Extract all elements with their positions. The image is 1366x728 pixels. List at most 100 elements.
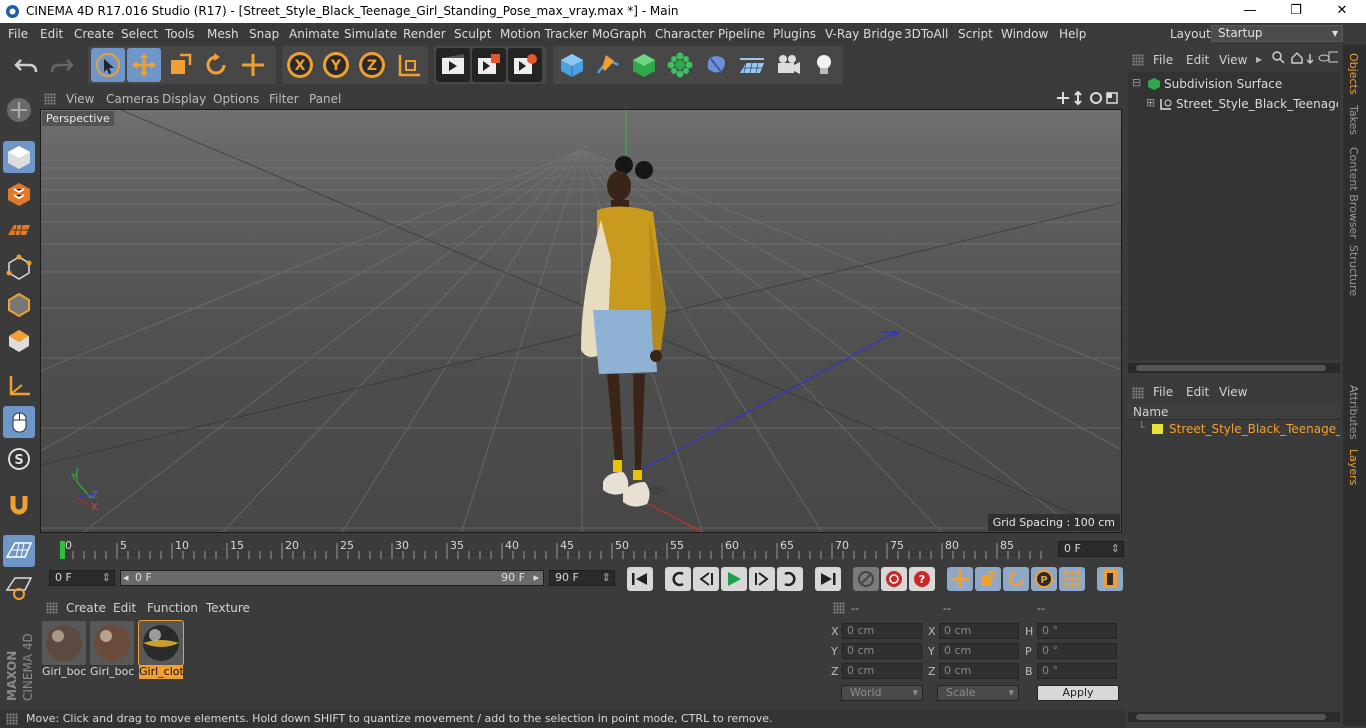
- x-axis-button[interactable]: X: [283, 48, 317, 82]
- tab-objects[interactable]: Objects: [1347, 53, 1360, 95]
- object-manager-tools-icons[interactable]: [1272, 51, 1338, 65]
- timeline-ruler[interactable]: 051015202530354045505560657075808590: [50, 539, 1050, 565]
- menu-render[interactable]: Render: [403, 27, 446, 41]
- playhead[interactable]: [60, 541, 65, 559]
- material-item-selected[interactable]: Girl_clot: [138, 620, 184, 679]
- subdivision-button[interactable]: [627, 48, 661, 82]
- menu-pipeline[interactable]: Pipeline: [718, 27, 765, 41]
- parameter-key-button[interactable]: P: [1031, 567, 1057, 591]
- z-axis-button[interactable]: Z: [355, 48, 389, 82]
- viewport-menu-panel[interactable]: Panel: [309, 92, 341, 106]
- material-item[interactable]: Girl_boc: [90, 621, 134, 678]
- object-scrollbar-thumb[interactable]: [1136, 365, 1326, 371]
- cube-button[interactable]: [555, 48, 589, 82]
- tree-expand-icon[interactable]: ⊞: [1146, 96, 1155, 109]
- polygons-mode-button[interactable]: [3, 324, 35, 356]
- live-select-button[interactable]: [91, 48, 125, 82]
- point-level-key-button[interactable]: [1059, 567, 1085, 591]
- camera-button[interactable]: [771, 48, 805, 82]
- menu-character[interactable]: Character: [655, 27, 714, 41]
- pos-x-field[interactable]: 0 cm: [842, 623, 922, 639]
- tab-takes[interactable]: Takes: [1347, 105, 1360, 135]
- size-mode-select[interactable]: Scale ▾: [937, 685, 1019, 701]
- redo-button[interactable]: [45, 48, 79, 82]
- material-menu-texture[interactable]: Texture: [206, 601, 250, 615]
- go-to-start-button[interactable]: [627, 567, 653, 591]
- undo-button[interactable]: [9, 48, 43, 82]
- render-settings-button[interactable]: [508, 48, 542, 82]
- timeline[interactable]: 051015202530354045505560657075808590 0 F…: [40, 535, 1125, 565]
- viewport-menu-cameras[interactable]: Cameras: [106, 92, 159, 106]
- autokeying-button[interactable]: [881, 567, 907, 591]
- next-key-button[interactable]: [777, 567, 803, 591]
- frame-range-slider[interactable]: ◂ 0 F 90 F ▸: [120, 570, 544, 586]
- previous-frame-button[interactable]: [693, 567, 719, 591]
- menu-simulate[interactable]: Simulate: [344, 27, 397, 41]
- maximize-button[interactable]: ❐: [1273, 1, 1319, 23]
- model-mode-button[interactable]: [3, 141, 35, 173]
- tab-attributes[interactable]: Attributes: [1347, 385, 1360, 439]
- tab-content-browser[interactable]: Content Browser: [1347, 147, 1360, 239]
- current-frame-field[interactable]: 0 F ⇕: [1058, 541, 1124, 557]
- 3d-viewport[interactable]: Y Z X Perspective Grid Spacing : 100 cm: [40, 109, 1122, 533]
- start-frame-field[interactable]: 0 F ⇕: [49, 570, 115, 586]
- pos-z-field[interactable]: 0 cm: [842, 663, 922, 679]
- coordinate-mode-select[interactable]: World ▾: [841, 685, 923, 701]
- menu-more-icon[interactable]: ▸: [1256, 52, 1262, 66]
- menu-snap[interactable]: Snap: [249, 27, 279, 41]
- menu-help[interactable]: Help: [1059, 27, 1086, 41]
- size-y-field[interactable]: 0 cm: [939, 643, 1019, 659]
- viewport-menu-display[interactable]: Display: [162, 92, 206, 106]
- axis-mode-button[interactable]: [3, 370, 35, 402]
- magnet-button[interactable]: [3, 489, 35, 521]
- object-scrollbar[interactable]: [1128, 363, 1340, 373]
- make-editable-button[interactable]: [3, 94, 35, 126]
- light-button[interactable]: [807, 48, 841, 82]
- menu-mograph[interactable]: MoGraph: [592, 27, 647, 41]
- menu-create[interactable]: Create: [74, 27, 114, 41]
- edges-mode-button[interactable]: [3, 288, 35, 320]
- viewport-menu-filter[interactable]: Filter: [269, 92, 299, 106]
- rotation-key-button[interactable]: [1003, 567, 1029, 591]
- menu-tools[interactable]: Tools: [165, 27, 195, 41]
- tweak-mode-button[interactable]: [3, 406, 35, 438]
- points-mode-button[interactable]: [3, 251, 35, 283]
- scale-button[interactable]: [163, 48, 197, 82]
- pen-button[interactable]: [591, 48, 625, 82]
- texture-mode-button[interactable]: [3, 178, 35, 210]
- size-x-field[interactable]: 0 cm: [939, 623, 1019, 639]
- record-active-objects-button[interactable]: [853, 567, 879, 591]
- viewport-nav-icons[interactable]: [1056, 91, 1120, 106]
- rot-h-field[interactable]: 0 °: [1037, 623, 1117, 639]
- viewport-menu-view[interactable]: View: [66, 92, 94, 106]
- menu-vray-bridge[interactable]: V-Ray Bridge: [825, 27, 902, 41]
- layer-menu-file[interactable]: File: [1153, 385, 1173, 399]
- menu-edit[interactable]: Edit: [40, 27, 63, 41]
- layer-menu-view[interactable]: View: [1219, 385, 1247, 399]
- pos-y-field[interactable]: 0 cm: [842, 643, 922, 659]
- workplane-lock-button[interactable]: [3, 571, 35, 603]
- coordinate-system-button[interactable]: [392, 48, 426, 82]
- rot-p-field[interactable]: 0 °: [1037, 643, 1117, 659]
- menu-select[interactable]: Select: [121, 27, 158, 41]
- previous-key-button[interactable]: [665, 567, 691, 591]
- play-button[interactable]: [721, 567, 747, 591]
- object-menu-view[interactable]: View: [1219, 53, 1247, 67]
- menu-mesh[interactable]: Mesh: [207, 27, 239, 41]
- go-to-end-button[interactable]: [815, 567, 841, 591]
- array-button[interactable]: [663, 48, 697, 82]
- layer-scrollbar[interactable]: [1128, 712, 1340, 722]
- timeline-window-button[interactable]: [1097, 567, 1123, 591]
- tree-expand-icon[interactable]: ⊟: [1132, 76, 1141, 89]
- minimize-button[interactable]: —: [1227, 1, 1273, 23]
- snap-button[interactable]: S: [3, 443, 35, 475]
- next-frame-button[interactable]: [749, 567, 775, 591]
- menu-file[interactable]: File: [8, 27, 28, 41]
- y-axis-button[interactable]: Y: [319, 48, 353, 82]
- layout-select[interactable]: Startup ▾: [1211, 25, 1343, 42]
- workplane-button[interactable]: [3, 214, 35, 246]
- last-tool-button[interactable]: [236, 48, 270, 82]
- object-row[interactable]: ⊟ Subdivision Surface: [1130, 76, 1338, 92]
- layer-row[interactable]: └ Street_Style_Black_Teenage_Girl_S: [1128, 421, 1340, 437]
- material-menu-edit[interactable]: Edit: [113, 601, 136, 615]
